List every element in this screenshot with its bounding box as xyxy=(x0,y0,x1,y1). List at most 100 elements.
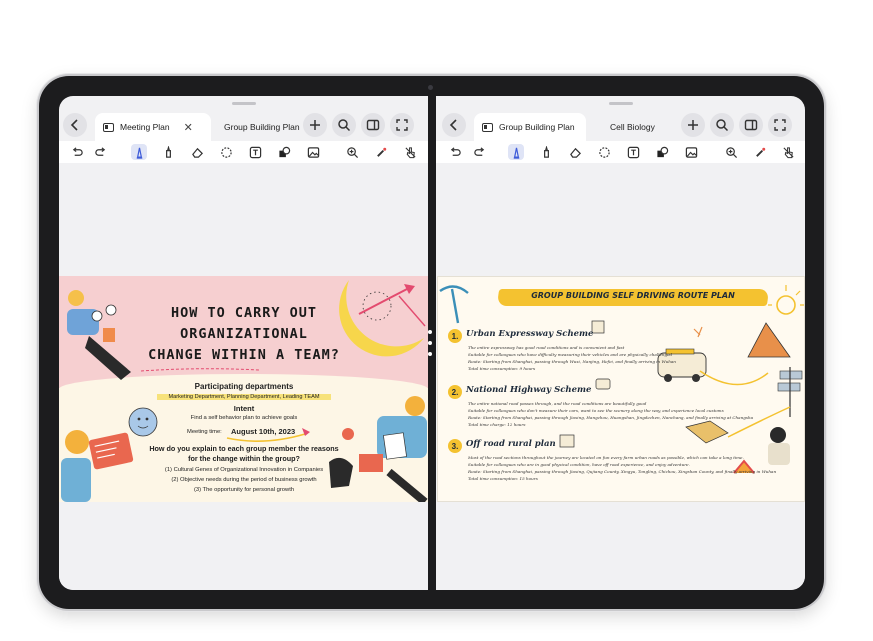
shapes-icon xyxy=(656,146,668,157)
close-tab-button[interactable]: ✕ xyxy=(184,121,193,134)
redo-icon xyxy=(473,146,484,156)
pen-tool[interactable] xyxy=(131,144,147,160)
person-legs-illustration xyxy=(386,468,428,502)
window-drag-handle[interactable] xyxy=(608,102,633,105)
image-tool[interactable] xyxy=(683,144,699,160)
search-icon xyxy=(716,119,729,132)
map-illustration xyxy=(685,420,729,444)
zoom-tool[interactable] xyxy=(344,144,360,160)
slide-title-line-2: ORGANIZATIONAL xyxy=(180,326,308,342)
ray-illustration xyxy=(398,295,426,327)
participating-value: Marketing Department, Planning Departmen… xyxy=(157,394,331,400)
highlighter-icon xyxy=(543,145,549,158)
plus-icon xyxy=(688,120,698,130)
touch-draw-toggle[interactable] xyxy=(780,144,796,160)
touch-draw-toggle[interactable] xyxy=(402,144,418,160)
search-button[interactable] xyxy=(332,113,356,137)
expand-icon xyxy=(774,119,786,131)
text-tool[interactable] xyxy=(247,144,263,160)
basket-icon xyxy=(559,434,575,448)
camera-icon xyxy=(595,378,611,390)
lasso-tool[interactable] xyxy=(596,144,612,160)
laser-pointer-icon xyxy=(755,147,765,157)
shape-tool[interactable] xyxy=(276,144,292,160)
right-split-pane: Group Building Plan Cell Biology GROUP B… xyxy=(436,96,805,590)
tab-meeting-plan[interactable]: Meeting Plan ✕ xyxy=(95,113,211,141)
tab-group-building-plan[interactable]: Group Building Plan xyxy=(224,113,300,141)
meeting-time-value: August 10th, 2023 xyxy=(231,427,296,436)
person-hair-illustration xyxy=(405,396,425,416)
fullscreen-button[interactable] xyxy=(390,113,414,137)
eraser-tool[interactable] xyxy=(567,144,583,160)
window-drag-handle[interactable] xyxy=(231,102,256,105)
search-icon xyxy=(338,119,351,132)
plus-icon xyxy=(310,120,320,130)
tab-cell-biology[interactable]: Cell Biology xyxy=(610,113,655,141)
undo-button[interactable] xyxy=(69,144,85,160)
smiley-globe-icon xyxy=(128,407,158,437)
search-button[interactable] xyxy=(710,113,734,137)
speech-bubble-icon xyxy=(105,304,117,316)
eraser-icon xyxy=(569,147,581,158)
tab-group-building-plan[interactable]: Group Building Plan xyxy=(474,113,586,141)
new-tab-button[interactable] xyxy=(303,113,327,137)
redo-button[interactable] xyxy=(92,144,108,160)
sidebar-toggle-button[interactable] xyxy=(361,113,385,137)
back-button[interactable] xyxy=(63,113,87,137)
arrow-illustration xyxy=(358,287,410,315)
highlighter-tool[interactable] xyxy=(160,144,176,160)
section-1-bullet: Suitable for colleagues who have difficu… xyxy=(468,352,673,357)
point-2: (2) Objective needs during the period of… xyxy=(171,477,317,483)
tab-label: Cell Biology xyxy=(610,122,655,132)
text-tool[interactable] xyxy=(625,144,641,160)
point-1: (1) Cultural Genes of Organizational Inn… xyxy=(164,467,324,473)
laser-pointer-tool[interactable] xyxy=(752,144,768,160)
zoom-tool[interactable] xyxy=(723,144,739,160)
pen-icon xyxy=(513,147,519,159)
image-tool[interactable] xyxy=(305,144,321,160)
person-body-illustration xyxy=(61,458,91,502)
sidebar-toggle-button[interactable] xyxy=(739,113,763,137)
pen-tool[interactable] xyxy=(508,144,524,160)
route-line xyxy=(699,370,769,386)
undo-icon xyxy=(450,146,461,156)
person-hair-illustration xyxy=(68,290,84,306)
sidebar-icon xyxy=(366,119,380,131)
tent-illustration xyxy=(747,322,791,358)
front-camera xyxy=(428,85,433,90)
pen-icon xyxy=(136,147,142,159)
highlighter-icon xyxy=(165,145,171,158)
shapes-icon xyxy=(278,146,290,157)
section-2-bullet: Suitable for colleagues who don't measur… xyxy=(468,408,724,413)
section-1-bullet: Route: Starting from Shanghai, passing t… xyxy=(468,359,676,364)
signpost-illustration xyxy=(779,370,803,380)
question-line-2: for the change within the group? xyxy=(188,454,300,463)
eraser-icon xyxy=(191,147,203,158)
section-3-bullet: Most of the road sections throughout the… xyxy=(468,455,744,460)
sidebar-icon xyxy=(744,119,758,131)
tab-label: Group Building Plan xyxy=(224,122,300,132)
intent-heading: Intent xyxy=(233,404,255,413)
highlighter-tool[interactable] xyxy=(538,144,554,160)
section-2-bullet: Route: Starting from Shanghai, passing t… xyxy=(468,415,754,420)
text-box-icon xyxy=(627,146,639,158)
lasso-tool[interactable] xyxy=(218,144,234,160)
eraser-tool[interactable] xyxy=(189,144,205,160)
slide-title-line-3: CHANGE WITHIN A TEAM? xyxy=(148,347,340,363)
expand-icon xyxy=(396,119,408,131)
meeting-plan-slide: HOW TO CARRY OUT ORGANIZATIONAL CHANGE W… xyxy=(59,276,428,502)
drawing-toolbar xyxy=(59,141,428,163)
undo-button[interactable] xyxy=(447,144,463,160)
fullscreen-button[interactable] xyxy=(768,113,792,137)
notebook-icon xyxy=(103,122,114,132)
split-view-divider-handle[interactable] xyxy=(427,330,433,356)
shape-tool[interactable] xyxy=(654,144,670,160)
laser-pointer-tool[interactable] xyxy=(373,144,389,160)
new-tab-button[interactable] xyxy=(681,113,705,137)
section-1-bullet: The entire expressway has good road cond… xyxy=(468,345,625,350)
back-button[interactable] xyxy=(442,113,466,137)
lasso-icon xyxy=(598,146,610,158)
notebook-icon xyxy=(482,122,493,132)
redo-button[interactable] xyxy=(471,144,487,160)
palm-tree-illustration xyxy=(439,285,469,324)
